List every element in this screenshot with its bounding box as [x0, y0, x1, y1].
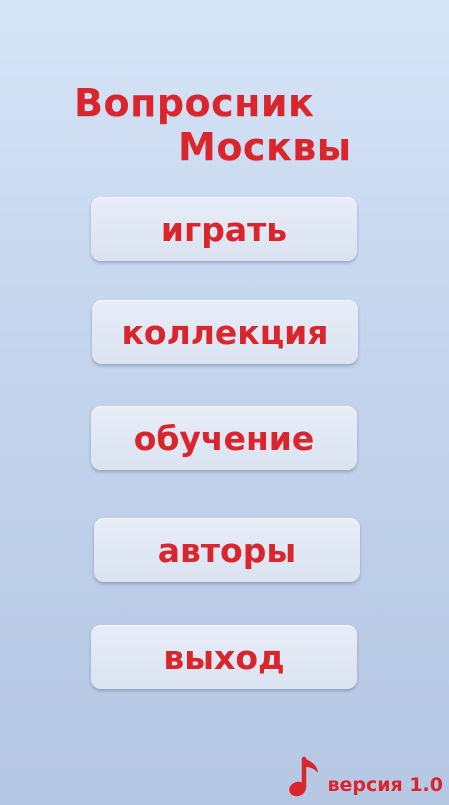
app-title: Вопросник Москвы: [0, 0, 449, 180]
collection-button[interactable]: коллекция: [92, 300, 358, 364]
play-button[interactable]: играть: [91, 197, 357, 261]
authors-button[interactable]: авторы: [94, 518, 360, 582]
app-title-line-2: Москвы: [178, 125, 352, 169]
tutorial-button[interactable]: обучение: [91, 406, 357, 470]
version-label: версия 1.0: [327, 774, 443, 796]
app-title-line-1: Вопросник: [74, 81, 315, 125]
exit-button[interactable]: выход: [91, 625, 357, 689]
music-note-icon[interactable]: [287, 753, 323, 799]
version-info: версия 1.0: [287, 753, 443, 799]
